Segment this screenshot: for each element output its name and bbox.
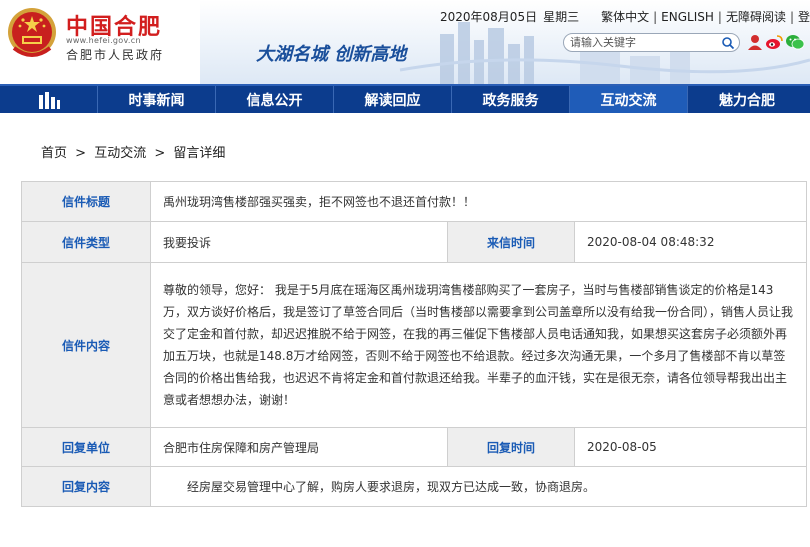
content-label: 信件内容 — [21, 262, 151, 428]
accessibility-link[interactable]: 无障碍阅读 — [726, 8, 786, 25]
divider: | — [717, 9, 722, 24]
search-box — [563, 33, 740, 52]
received-time: 2020-08-04 08:48:32 — [573, 221, 808, 263]
site-url: www.hefei.gov.cn — [66, 36, 141, 45]
nav-item-services[interactable]: 政务服务 — [452, 86, 570, 113]
wechat-icon[interactable] — [785, 33, 805, 51]
login-link[interactable]: 登录 — [798, 8, 810, 25]
type-label: 信件类型 — [21, 221, 151, 263]
table-row-content: 信件内容 尊敬的领导，您好： 我是于5月底在瑶海区禹州珑玥湾售楼部购买了一套房子… — [21, 262, 808, 428]
english-link[interactable]: ENGLISH — [661, 10, 714, 24]
nav-item-news[interactable]: 时事新闻 — [98, 86, 216, 113]
letter-title: 禹州珑玥湾售楼部强买强卖，拒不网签也不退还首付款！！ — [149, 181, 808, 222]
reply-content: 经房屋交易管理中心了解，购房人要求退房，现双方已达成一致，协商退房。 — [149, 466, 808, 507]
traditional-chinese-link[interactable]: 繁体中文 — [601, 8, 649, 25]
top-utility-bar: 2020年08月05日 星期三 繁体中文 | ENGLISH | 无障碍阅读 |… — [440, 8, 810, 25]
search-input[interactable] — [570, 35, 710, 50]
breadcrumb-interaction[interactable]: 互动交流 — [94, 146, 146, 161]
letter-content: 尊敬的领导，您好： 我是于5月底在瑶海区禹州珑玥湾售楼部购买了一套房子，当时与售… — [149, 262, 808, 428]
site-subtitle: 合肥市人民政府 — [66, 48, 165, 62]
breadcrumb-separator: > — [75, 146, 87, 161]
letter-detail-table: 信件标题 禹州珑玥湾售楼部强买强卖，拒不网签也不退还首付款！！ 信件类型 我要投… — [21, 181, 808, 507]
weibo-icon[interactable] — [764, 33, 784, 51]
nav-item-interpretation[interactable]: 解读回应 — [334, 86, 452, 113]
person-icon[interactable] — [745, 33, 765, 51]
breadcrumb: 首页 > 互动交流 > 留言详细 — [41, 142, 225, 161]
table-row-reply-unit: 回复单位 合肥市住房保障和房产管理局 回复时间 2020-08-05 — [21, 427, 808, 467]
reply-time: 2020-08-05 — [573, 427, 808, 467]
reply-unit-label: 回复单位 — [21, 427, 151, 467]
received-label: 来信时间 — [447, 221, 575, 263]
national-emblem-icon — [8, 8, 56, 57]
main-nav: 时事新闻 信息公开 解读回应 政务服务 互动交流 魅力合肥 — [0, 84, 810, 113]
breadcrumb-separator: > — [154, 146, 166, 161]
city-skyline-icon — [38, 91, 60, 109]
nav-item-info-disclosure[interactable]: 信息公开 — [216, 86, 334, 113]
search-icon[interactable] — [721, 36, 735, 50]
divider: | — [653, 9, 658, 24]
title-label: 信件标题 — [21, 181, 151, 222]
nav-home[interactable] — [0, 86, 98, 113]
nav-item-interaction[interactable]: 互动交流 — [570, 86, 688, 113]
table-row-title: 信件标题 禹州珑玥湾售楼部强买强卖，拒不网签也不退还首付款！！ — [21, 181, 808, 222]
breadcrumb-home[interactable]: 首页 — [41, 146, 67, 161]
table-row-reply-content: 回复内容 经房屋交易管理中心了解，购房人要求退房，现双方已达成一致，协商退房。 — [21, 466, 808, 507]
table-row-type: 信件类型 我要投诉 来信时间 2020-08-04 08:48:32 — [21, 221, 808, 263]
breadcrumb-current: 留言详细 — [173, 146, 226, 161]
reply-time-label: 回复时间 — [447, 427, 575, 467]
reply-content-label: 回复内容 — [21, 466, 151, 507]
current-date: 2020年08月05日 — [440, 10, 538, 24]
nav-item-charm-hefei[interactable]: 魅力合肥 — [688, 86, 806, 113]
letter-type: 我要投诉 — [150, 221, 448, 263]
current-weekday: 星期三 — [543, 10, 580, 24]
site-header: 中国合肥 www.hefei.gov.cn 合肥市人民政府 大湖名城 创新高地 … — [0, 0, 810, 84]
reply-unit: 合肥市住房保障和房产管理局 — [150, 427, 448, 467]
divider: | — [789, 9, 795, 24]
slogan: 大湖名城 创新高地 — [256, 44, 407, 65]
